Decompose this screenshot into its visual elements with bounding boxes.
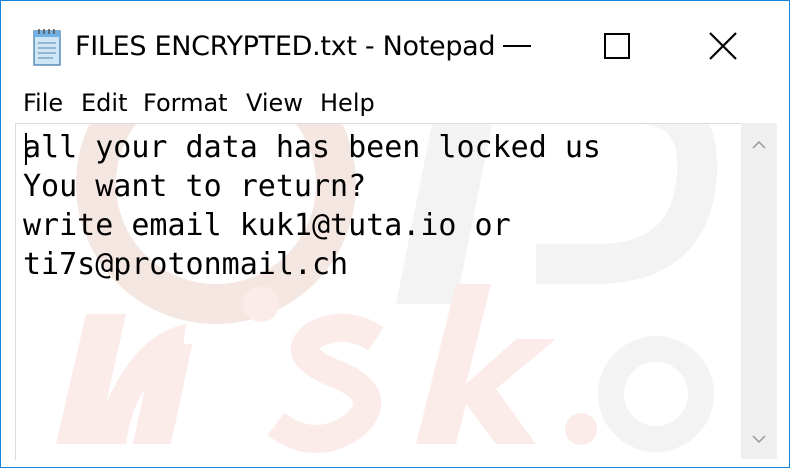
text-line: You want to return? xyxy=(23,169,367,204)
maximize-button[interactable] xyxy=(567,19,667,73)
text-line: write email kuk1@tuta.io or xyxy=(23,208,511,243)
menu-view[interactable]: View xyxy=(246,89,303,117)
text-line: all your data has been locked us xyxy=(23,130,601,165)
vertical-scrollbar[interactable] xyxy=(741,123,777,459)
menu-edit[interactable]: Edit xyxy=(81,89,127,117)
close-button[interactable] xyxy=(673,19,773,73)
document-text[interactable]: all your data has been locked us You wan… xyxy=(23,128,738,284)
title-bar[interactable]: FILES ENCRYPTED.txt - Notepad xyxy=(1,1,789,89)
menu-bar: File Edit Format View Help xyxy=(1,89,789,119)
menu-help[interactable]: Help xyxy=(320,89,375,117)
text-line: ti7s@protonmail.ch xyxy=(23,247,349,282)
chevron-up-icon xyxy=(752,141,766,149)
minimize-icon xyxy=(503,45,531,47)
maximize-icon xyxy=(604,33,630,59)
window-edge xyxy=(777,123,789,459)
menu-file[interactable]: File xyxy=(23,89,63,117)
close-icon xyxy=(709,32,737,60)
scroll-down-button[interactable] xyxy=(741,423,777,455)
text-editor[interactable]: all your data has been locked us You wan… xyxy=(15,123,742,460)
scroll-up-button[interactable] xyxy=(741,129,777,161)
notepad-icon xyxy=(33,29,61,66)
text-caret xyxy=(25,133,27,165)
menu-format[interactable]: Format xyxy=(143,89,228,117)
window-title: FILES ENCRYPTED.txt - Notepad xyxy=(75,31,496,62)
notepad-window: FILES ENCRYPTED.txt - Notepad File Edit … xyxy=(0,0,790,468)
minimize-button[interactable] xyxy=(467,19,567,73)
chevron-down-icon xyxy=(752,435,766,443)
